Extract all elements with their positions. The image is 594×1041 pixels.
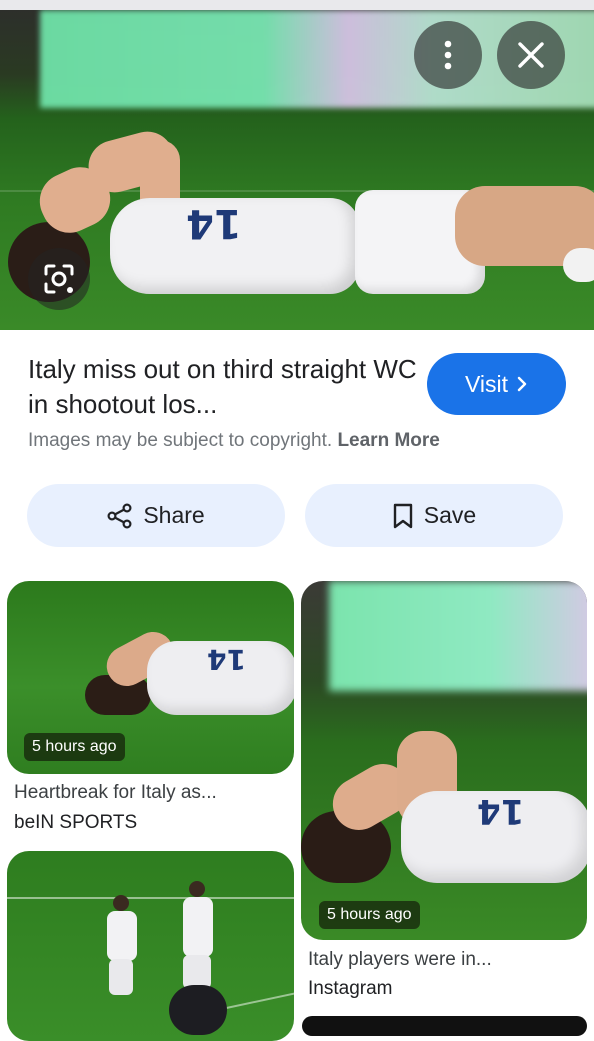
related-source-1: beIN SPORTS — [14, 812, 138, 833]
jersey-number: 14 — [186, 200, 242, 246]
jersey-number: 14 — [477, 791, 525, 831]
status-bar-strip — [0, 0, 594, 10]
lens-search-button[interactable] — [28, 248, 90, 310]
save-label: Save — [423, 502, 477, 528]
save-button[interactable]: Save — [305, 484, 563, 547]
related-image-2[interactable]: 14 5 hours ago — [301, 581, 587, 940]
lens-icon — [44, 264, 74, 294]
more-options-button[interactable] — [414, 21, 482, 89]
player-figure: 14 — [301, 581, 587, 940]
close-icon — [518, 42, 544, 68]
time-badge: 5 hours ago — [319, 901, 420, 929]
learn-more-link[interactable]: Learn More — [337, 430, 439, 451]
share-button[interactable]: Share — [27, 484, 285, 547]
related-image-1[interactable]: 14 5 hours ago — [7, 581, 294, 774]
close-button[interactable] — [497, 21, 565, 89]
visit-label: Visit — [464, 370, 509, 397]
related-title-2[interactable]: Italy players were in... — [308, 949, 492, 971]
related-source-2: Instagram — [308, 978, 393, 999]
copyright-notice: Images may be subject to copyright. Lear… — [28, 430, 440, 452]
visit-button[interactable]: Visit — [427, 353, 566, 415]
result-title[interactable]: Italy miss out on third straight WC in s… — [28, 352, 418, 422]
share-icon — [107, 502, 132, 529]
chevron-right-icon — [517, 376, 527, 392]
more-vert-icon — [444, 40, 452, 70]
related-title-1[interactable]: Heartbreak for Italy as... — [14, 782, 217, 804]
jersey-number: 14 — [207, 643, 246, 676]
bookmark-icon — [393, 503, 412, 528]
time-badge: 5 hours ago — [24, 733, 125, 761]
related-image-4[interactable] — [302, 1016, 587, 1036]
players-figure — [7, 851, 294, 1041]
hero-image[interactable]: 14 — [0, 10, 594, 330]
copyright-text: Images may be subject to copyright. — [28, 430, 333, 451]
share-label: Share — [143, 502, 205, 528]
related-image-3[interactable] — [7, 851, 294, 1041]
